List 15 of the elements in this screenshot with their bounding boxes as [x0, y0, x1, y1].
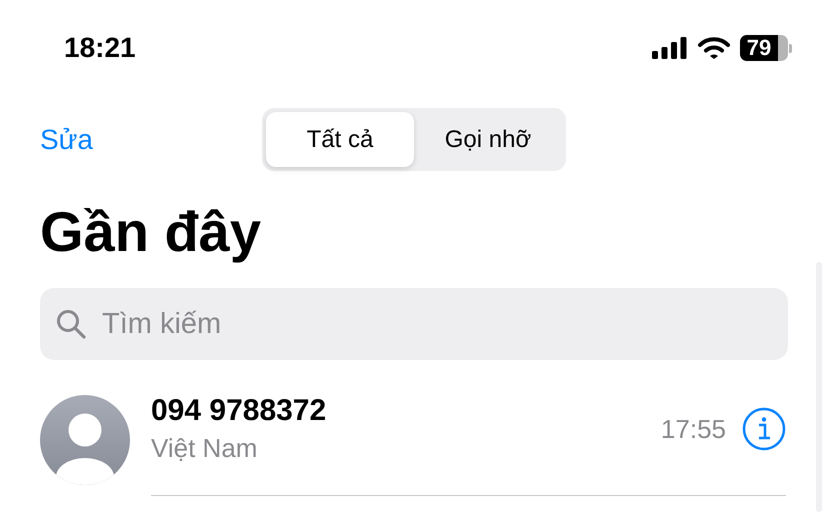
segment-tab[interactable]: Gọi nhỡ [414, 112, 562, 167]
caller-location: Việt Nam [151, 432, 258, 465]
wifi-icon [698, 37, 730, 59]
caller-number: 094 9788372 [151, 393, 328, 429]
edit-button[interactable]: Sửa [40, 119, 93, 161]
battery-indicator: 79 [740, 35, 792, 61]
info-icon[interactable] [742, 407, 786, 451]
page-title: Gần đây [40, 199, 262, 265]
call-time: 17:55 [660, 412, 726, 446]
status-time: 18:21 [64, 31, 136, 65]
search-icon [56, 309, 86, 339]
avatar-icon [40, 395, 130, 485]
segment-tab[interactable]: Tất cả [266, 112, 414, 167]
signal-icon [652, 37, 688, 59]
search-field[interactable]: Tìm kiếm [40, 288, 788, 360]
